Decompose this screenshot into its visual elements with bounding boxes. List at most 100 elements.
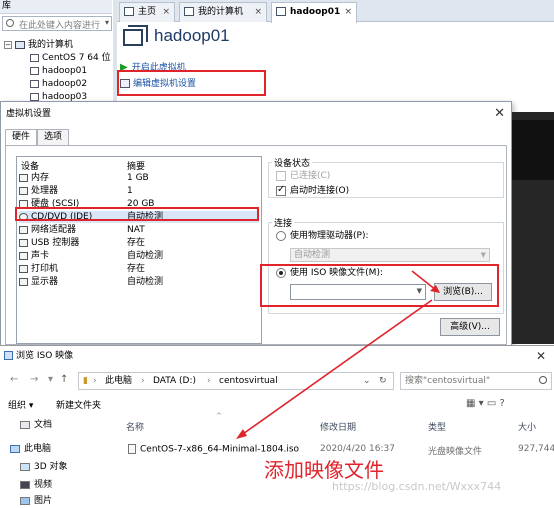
library-title: 库 bbox=[0, 0, 112, 14]
checkbox-icon bbox=[276, 170, 286, 181]
close-icon[interactable]: ✕ bbox=[494, 102, 505, 126]
breadcrumb-item[interactable]: centosvirtual bbox=[219, 373, 278, 389]
vm-icon bbox=[30, 79, 39, 88]
nav-item-videos[interactable]: 视频 bbox=[20, 478, 52, 492]
hardware-row-printer[interactable]: 打印机 存在 bbox=[19, 263, 259, 275]
nav-item-this-pc[interactable]: 此电脑 bbox=[10, 442, 51, 456]
breadcrumb[interactable]: ▮ › 此电脑 › DATA (D:) › centosvirtual ⌄ ↻ bbox=[78, 372, 394, 390]
hardware-row-sound[interactable]: 声卡 自动检测 bbox=[19, 250, 259, 262]
view-options-icon[interactable]: ▦ ▾ ▭ ? bbox=[466, 398, 505, 409]
select-value: 自动检测 bbox=[294, 250, 331, 260]
back-icon[interactable]: ← bbox=[10, 374, 18, 385]
hardware-row-processor[interactable]: 处理器 1 bbox=[19, 185, 259, 197]
close-icon[interactable]: × bbox=[254, 3, 262, 21]
tree-item-label: CentOS 7 64 位 bbox=[42, 53, 111, 63]
close-icon[interactable]: × bbox=[344, 3, 352, 21]
file-name: CentOS-7-x86_64-Minimal-1804.iso bbox=[140, 444, 300, 455]
tree-item-vm[interactable]: hadoop01 bbox=[30, 65, 87, 78]
column-header-summary: 摘要 bbox=[127, 162, 146, 172]
dialog-icon bbox=[4, 351, 13, 360]
tree-item-vm[interactable]: hadoop02 bbox=[30, 78, 87, 91]
collapse-icon[interactable]: − bbox=[4, 40, 12, 49]
column-header-size[interactable]: 大小 bbox=[518, 420, 536, 433]
folder-icon: ▮ bbox=[83, 376, 88, 386]
vm-title: hadoop01 bbox=[154, 26, 230, 45]
library-search-input[interactable]: 在此处键入内容进行 ▾ bbox=[2, 16, 112, 31]
breadcrumb-item[interactable]: DATA (D:) bbox=[153, 373, 196, 389]
device-name: USB 控制器 bbox=[31, 238, 80, 248]
radio-label: 使用物理驱动器(P): bbox=[290, 231, 369, 241]
nav-label: 图片 bbox=[34, 496, 53, 506]
highlight-box bbox=[15, 207, 259, 221]
nav-label: 视频 bbox=[34, 480, 53, 490]
advanced-button[interactable]: 高级(V)... bbox=[440, 318, 500, 336]
tab-my-computer[interactable]: 我的计算机 × bbox=[179, 2, 267, 22]
tab-options[interactable]: 选项 bbox=[37, 129, 70, 145]
file-list-header: ^ 名称 修改日期 类型 大小 bbox=[112, 412, 554, 436]
nav-label: 文档 bbox=[34, 420, 53, 430]
nav-label: 此电脑 bbox=[24, 444, 52, 454]
chevron-down-icon[interactable]: ▾ bbox=[105, 18, 109, 27]
vm-icon bbox=[123, 25, 148, 46]
breadcrumb-item[interactable]: 此电脑 bbox=[105, 373, 132, 389]
file-date: 2020/4/20 16:37 bbox=[320, 444, 395, 454]
documents-icon bbox=[20, 420, 30, 429]
nav-item-pictures[interactable]: 图片 bbox=[20, 494, 52, 508]
hardware-row-memory[interactable]: 内存 1 GB bbox=[19, 172, 259, 184]
organize-button[interactable]: 组织 ▾ bbox=[8, 398, 33, 411]
hardware-row-display[interactable]: 显示器 自动检测 bbox=[19, 276, 259, 288]
tree-item-label: hadoop02 bbox=[42, 79, 88, 89]
device-name: 内存 bbox=[31, 173, 50, 183]
sort-caret-icon: ^ bbox=[216, 412, 222, 420]
search-input[interactable]: 搜索"centosvirtual" bbox=[400, 372, 552, 390]
device-summary: NAT bbox=[127, 225, 145, 235]
tree-item-label: hadoop01 bbox=[42, 66, 88, 76]
connect-on-power-on-checkbox[interactable]: 启动时连接(O) bbox=[276, 184, 350, 197]
tab-hadoop01[interactable]: hadoop01 × bbox=[271, 2, 357, 23]
nav-item-3d-objects[interactable]: 3D 对象 bbox=[20, 460, 68, 474]
device-summary: 自动检测 bbox=[127, 277, 164, 287]
settings-panel: 设备 摘要 内存 1 GB 处理器 1 硬盘 (SCSI) 20 GB CD/DVD … bbox=[5, 145, 507, 345]
hardware-row-network[interactable]: 网络适配器 NAT bbox=[19, 224, 259, 236]
usb-icon bbox=[19, 238, 28, 247]
close-icon[interactable]: × bbox=[162, 3, 170, 21]
use-physical-drive-radio[interactable]: 使用物理驱动器(P): bbox=[276, 230, 368, 242]
tab-home[interactable]: 主页 × bbox=[119, 2, 175, 22]
close-icon[interactable]: ✕ bbox=[536, 346, 546, 366]
refresh-icon[interactable]: ↻ bbox=[379, 373, 387, 389]
speaker-icon bbox=[19, 251, 28, 260]
network-icon bbox=[19, 225, 28, 234]
physical-drive-select[interactable]: 自动检测 ▼ bbox=[290, 248, 490, 262]
tree-item-my-computer[interactable]: − 我的计算机 bbox=[4, 39, 73, 52]
device-name: 显示器 bbox=[31, 277, 59, 287]
hardware-row-usb[interactable]: USB 控制器 存在 bbox=[19, 237, 259, 249]
chevron-down-icon[interactable]: ⌄ bbox=[363, 373, 371, 389]
tree-item-vm[interactable]: CentOS 7 64 位 bbox=[30, 52, 111, 65]
nav-item-documents[interactable]: 文档 bbox=[20, 418, 52, 432]
chevron-down-icon[interactable]: ▾ bbox=[48, 374, 53, 385]
column-header-device: 设备 bbox=[21, 162, 40, 172]
tab-hardware[interactable]: 硬件 bbox=[5, 129, 38, 146]
device-summary: 存在 bbox=[127, 238, 146, 248]
dialog-title: 虚拟机设置 bbox=[1, 102, 511, 126]
column-header-date[interactable]: 修改日期 bbox=[320, 420, 356, 433]
column-header-type[interactable]: 类型 bbox=[428, 420, 446, 433]
search-placeholder: 搜索"centosvirtual" bbox=[405, 376, 490, 386]
computer-icon bbox=[184, 7, 194, 16]
file-name-cell: CentOS-7-x86_64-Minimal-1804.iso bbox=[128, 444, 299, 455]
forward-icon[interactable]: → bbox=[30, 374, 38, 385]
connected-checkbox[interactable]: 已连接(C) bbox=[276, 170, 330, 182]
monitor-icon bbox=[19, 277, 28, 286]
new-folder-button[interactable]: 新建文件夹 bbox=[56, 398, 101, 411]
printer-icon bbox=[19, 264, 28, 273]
radio-icon bbox=[276, 230, 286, 241]
chevron-down-icon: ▼ bbox=[480, 251, 486, 259]
checkbox-label: 启动时连接(O) bbox=[290, 186, 350, 196]
tree-item-label: 我的计算机 bbox=[28, 40, 74, 50]
device-name: 网络适配器 bbox=[31, 225, 77, 235]
checkbox-icon bbox=[276, 184, 286, 196]
vm-settings-dialog: 虚拟机设置 ✕ 硬件 选项 设备 摘要 内存 1 GB 处理器 1 硬盘 (SCSI… bbox=[0, 101, 512, 346]
up-icon[interactable]: ↑ bbox=[60, 374, 68, 385]
watermark: https://blog.csdn.net/Wxxx744 bbox=[332, 480, 502, 493]
column-header-name[interactable]: 名称 bbox=[126, 420, 144, 433]
